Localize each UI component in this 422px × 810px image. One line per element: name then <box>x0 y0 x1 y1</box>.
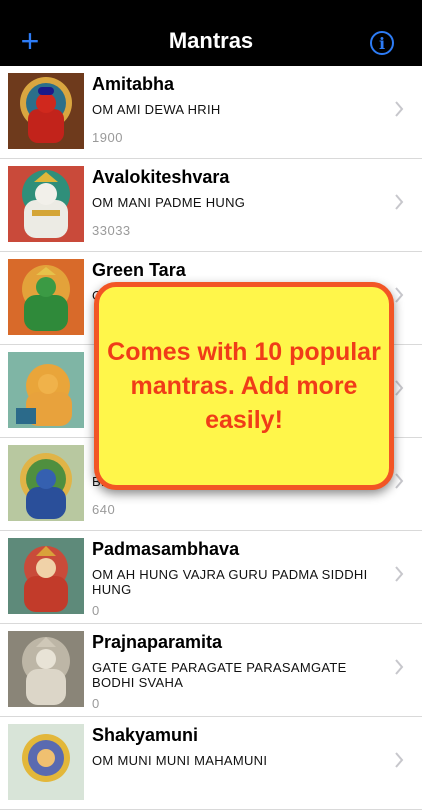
list-item[interactable]: Amitabha OM AMI DEWA HRIH 1900 <box>0 66 422 159</box>
mantra-name: Avalokiteshvara <box>92 167 230 187</box>
mantra-text: OM MUNI MUNI MAHAMUNI <box>92 753 268 768</box>
shakyamuni-thumbnail <box>8 724 84 800</box>
recitation-count: 1900 <box>92 130 123 145</box>
page-title: Mantras <box>168 28 254 53</box>
list-item[interactable]: Shakyamuni OM MUNI MUNI MAHAMUNI <box>0 717 422 810</box>
mantra-text: GATE GATE PARAGATE PARASAMGATE BODHI SVA… <box>92 660 347 690</box>
info-icon[interactable]: i <box>370 31 394 55</box>
chevron-right-icon <box>395 659 404 675</box>
list-item[interactable]: Avalokiteshvara OM MANI PADME HUNG 33033 <box>0 159 422 252</box>
medicine-buddha-thumbnail <box>8 445 84 521</box>
recitation-count: 33033 <box>92 223 131 238</box>
promo-text: Comes with 10 popular mantras. Add more … <box>107 338 381 434</box>
recitation-count: 0 <box>92 696 100 711</box>
chevron-right-icon <box>395 473 404 489</box>
prajnaparamita-thumbnail <box>8 631 84 707</box>
chevron-right-icon <box>395 566 404 582</box>
mantra-name: Padmasambhava <box>92 539 240 559</box>
deity-thumbnail <box>8 352 84 428</box>
mantra-text: OM AH HUNG VAJRA GURU PADMA SIDDHI HUNG <box>92 567 368 597</box>
mantra-name: Prajnaparamita <box>92 632 223 652</box>
chevron-right-icon <box>395 752 404 768</box>
mantra-name: Amitabha <box>92 74 175 94</box>
mantra-text: OM AMI DEWA HRIH <box>92 102 221 117</box>
list-item[interactable]: Prajnaparamita GATE GATE PARAGATE PARASA… <box>0 624 422 717</box>
mantra-name: Green Tara <box>92 260 186 280</box>
green-tara-thumbnail <box>8 259 84 335</box>
mantra-name: Shakyamuni <box>92 725 199 745</box>
chevron-right-icon <box>395 194 404 210</box>
chevron-right-icon <box>395 380 404 396</box>
chevron-right-icon <box>395 287 404 303</box>
recitation-count: 640 <box>92 502 116 517</box>
amitabha-thumbnail <box>8 73 84 149</box>
padmasambhava-thumbnail <box>8 538 84 614</box>
recitation-count: 0 <box>92 603 100 618</box>
promo-banner: Comes with 10 popular mantras. Add more … <box>94 282 394 490</box>
navigation-bar: + Mantras i <box>0 0 422 66</box>
chevron-right-icon <box>395 101 404 117</box>
mantra-text: OM MANI PADME HUNG <box>92 195 246 210</box>
list-item[interactable]: Padmasambhava OM AH HUNG VAJRA GURU PADM… <box>0 531 422 624</box>
avalokiteshvara-thumbnail <box>8 166 84 242</box>
